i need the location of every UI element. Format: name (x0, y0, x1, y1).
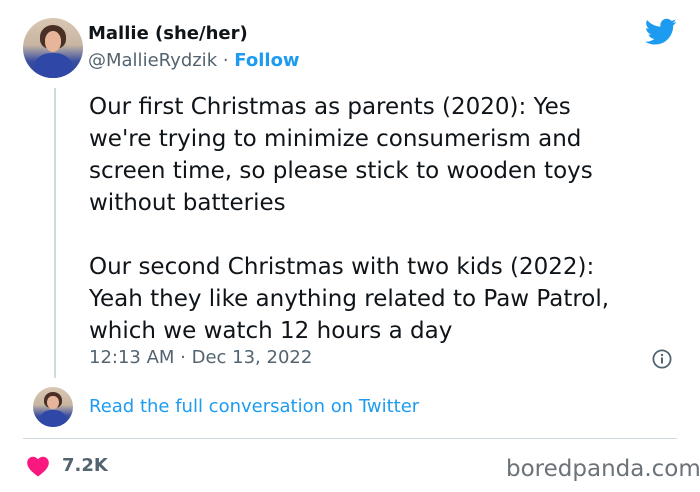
twitter-bird-icon[interactable] (645, 18, 677, 46)
author-avatar[interactable] (23, 18, 83, 78)
heart-icon[interactable] (26, 455, 50, 477)
author-handle-row: @MallieRydzik · Follow (88, 49, 300, 73)
follow-button[interactable]: Follow (234, 50, 299, 71)
divider (23, 438, 677, 439)
tweet-timestamp[interactable]: 12:13 AM · Dec 13, 2022 (89, 346, 312, 370)
read-conversation-link[interactable]: Read the full conversation on Twitter (89, 395, 419, 419)
like-count: 7.2K (62, 455, 108, 476)
author-name[interactable]: Mallie (she/her) (88, 22, 248, 46)
thread-connector-line (54, 88, 56, 378)
watermark: boredpanda.com (506, 456, 700, 482)
tweet-text: Our first Christmas as parents (2020): Y… (89, 94, 610, 344)
thread-avatar[interactable] (33, 387, 73, 427)
author-handle[interactable]: @MallieRydzik (88, 50, 217, 71)
info-icon[interactable] (652, 349, 672, 369)
handle-separator: · (217, 50, 235, 71)
